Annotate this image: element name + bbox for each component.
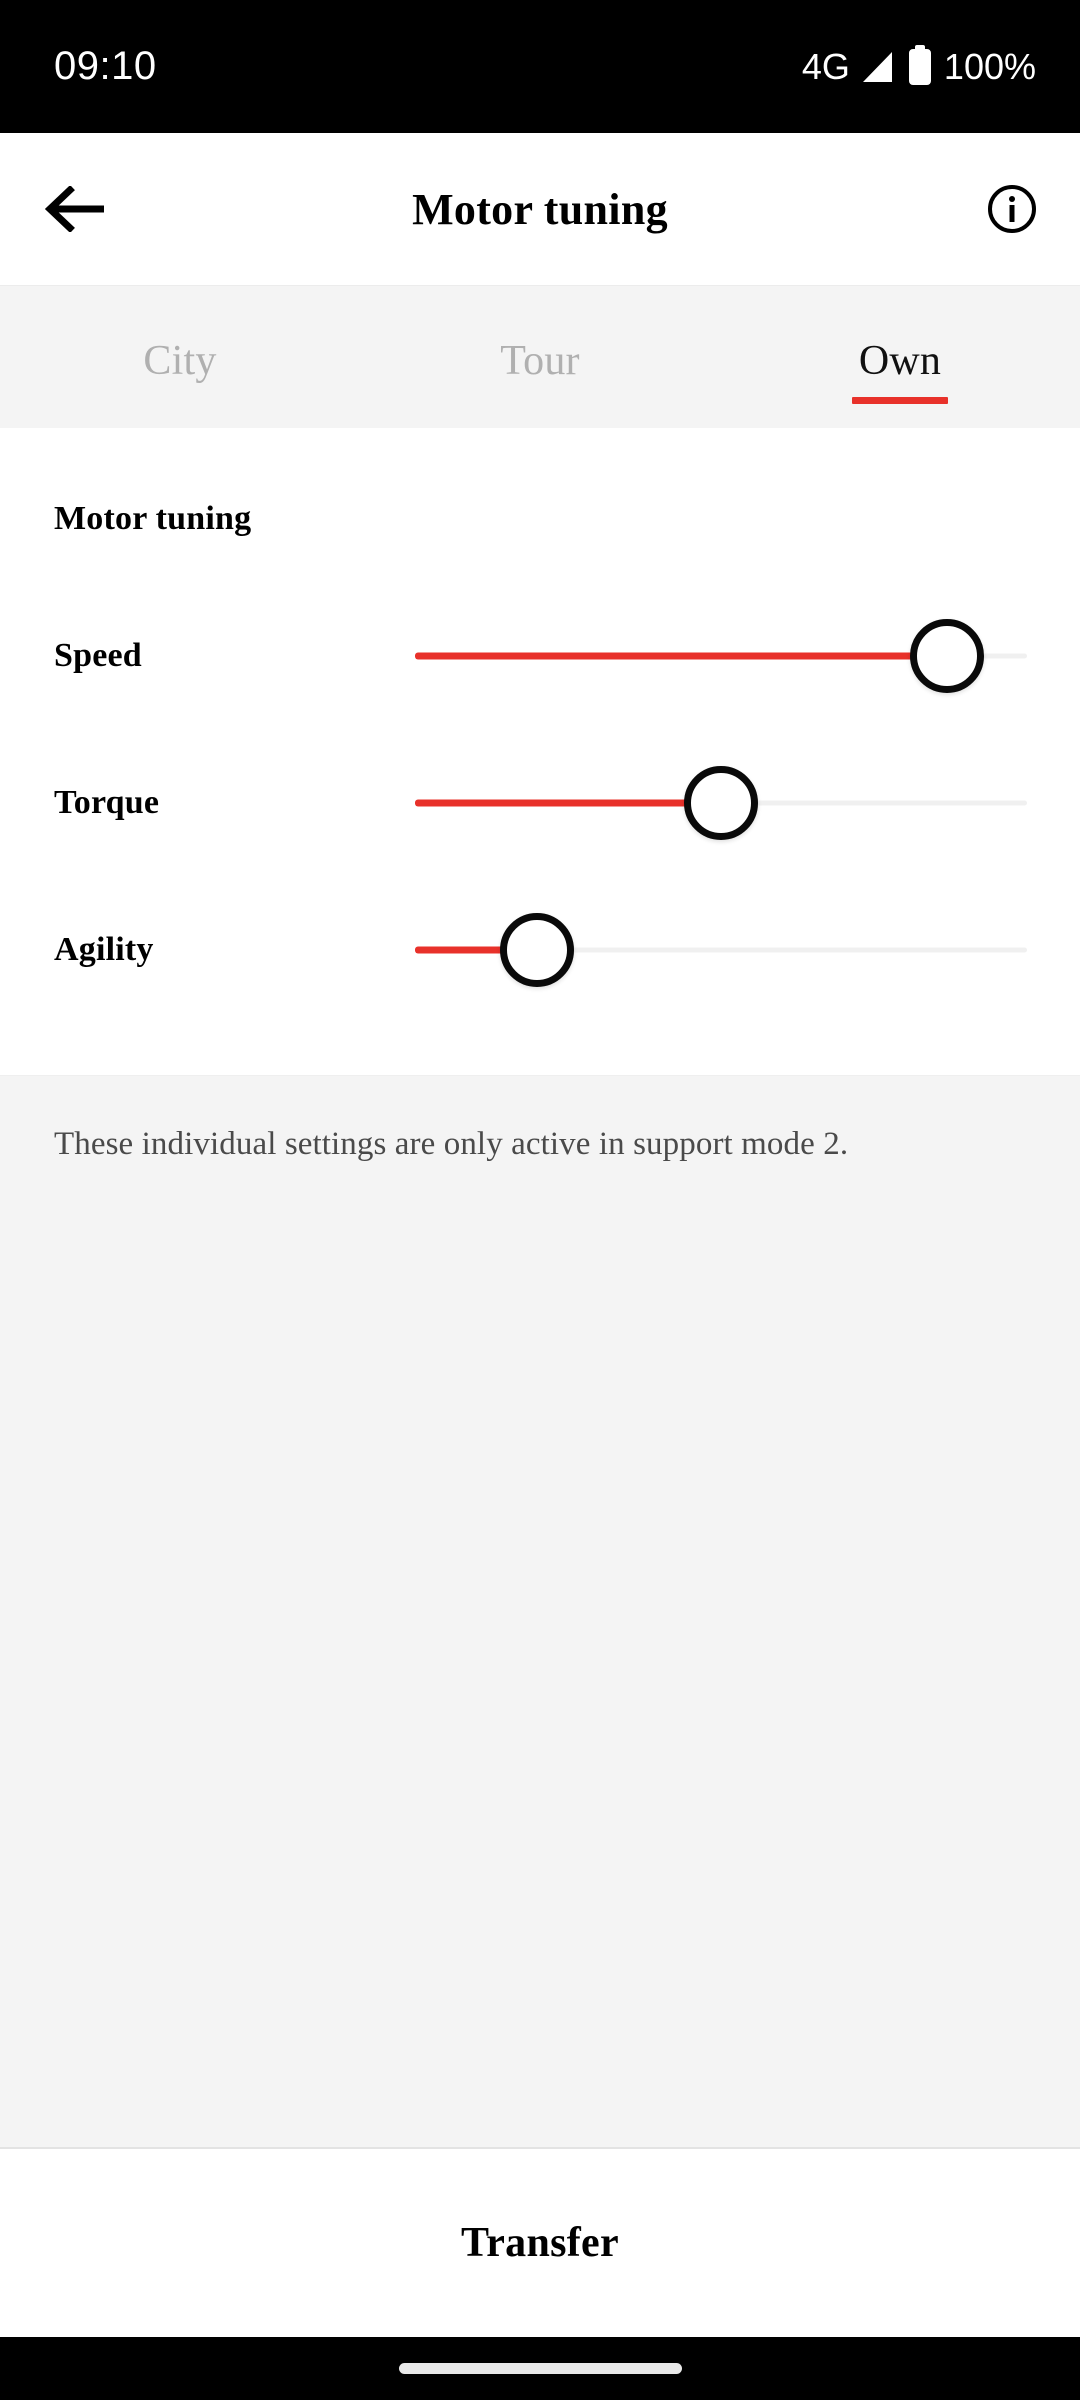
status-bar: 09:10 4G 100%	[0, 0, 1080, 133]
app-bar: Motor tuning	[0, 133, 1080, 285]
info-note-text: These individual settings are only activ…	[54, 1126, 849, 1162]
tab-own[interactable]: Own	[720, 286, 1080, 428]
slider-torque[interactable]	[415, 729, 1027, 876]
slider-label-torque: Torque	[54, 783, 160, 821]
transfer-button[interactable]: Transfer	[0, 2147, 1080, 2337]
system-nav-bar	[0, 2337, 1080, 2400]
back-button[interactable]	[38, 171, 114, 247]
slider-row-torque: Torque	[0, 729, 1080, 876]
tab-own-label: Own	[858, 338, 942, 384]
tab-tour-label: Tour	[500, 338, 580, 384]
info-circle-icon	[988, 185, 1036, 233]
tab-bar: City Tour Own	[0, 285, 1080, 428]
slider-fill-speed	[415, 652, 948, 659]
tab-city[interactable]: City	[0, 286, 360, 428]
info-note-block: These individual settings are only activ…	[0, 1075, 1080, 2147]
tab-tour[interactable]: Tour	[360, 286, 720, 428]
section-title: Motor tuning	[54, 500, 252, 537]
slider-thumb-torque[interactable]	[684, 765, 758, 840]
tab-city-underline	[132, 397, 228, 404]
slider-row-speed: Speed	[0, 582, 1080, 729]
transfer-button-label: Transfer	[461, 2220, 619, 2266]
tab-own-underline	[852, 397, 948, 404]
status-bar-clock: 09:10	[54, 44, 157, 88]
slider-label-agility: Agility	[54, 930, 154, 968]
home-gesture-pill[interactable]	[398, 2363, 682, 2374]
network-type-label: 4G	[801, 45, 850, 87]
slider-fill-torque	[415, 799, 721, 806]
slider-agility[interactable]	[415, 876, 1027, 1023]
slider-row-agility: Agility	[0, 876, 1080, 1023]
slider-group: Speed Torque Agility	[0, 538, 1080, 1075]
main-content: Motor tuning Speed Torque Agility These …	[0, 428, 1080, 2147]
slider-thumb-agility[interactable]	[500, 912, 575, 987]
slider-speed[interactable]	[415, 582, 1027, 729]
arrow-left-icon	[45, 186, 104, 232]
tab-tour-underline	[492, 397, 588, 404]
app-screen: 09:10 4G 100% Motor tuning City Tour Own…	[0, 0, 1080, 2400]
slider-thumb-speed[interactable]	[910, 618, 985, 693]
info-button[interactable]	[982, 179, 1042, 239]
signal-triangle-icon	[861, 50, 895, 84]
battery-percent-label: 100%	[943, 45, 1036, 87]
page-title: Motor tuning	[412, 184, 668, 234]
battery-full-icon	[908, 48, 931, 85]
status-bar-indicators: 4G 100%	[802, 46, 1036, 88]
tab-city-label: City	[143, 338, 217, 384]
slider-label-speed: Speed	[54, 636, 142, 674]
motor-tuning-panel: Motor tuning Speed Torque Agility	[0, 428, 1080, 1075]
